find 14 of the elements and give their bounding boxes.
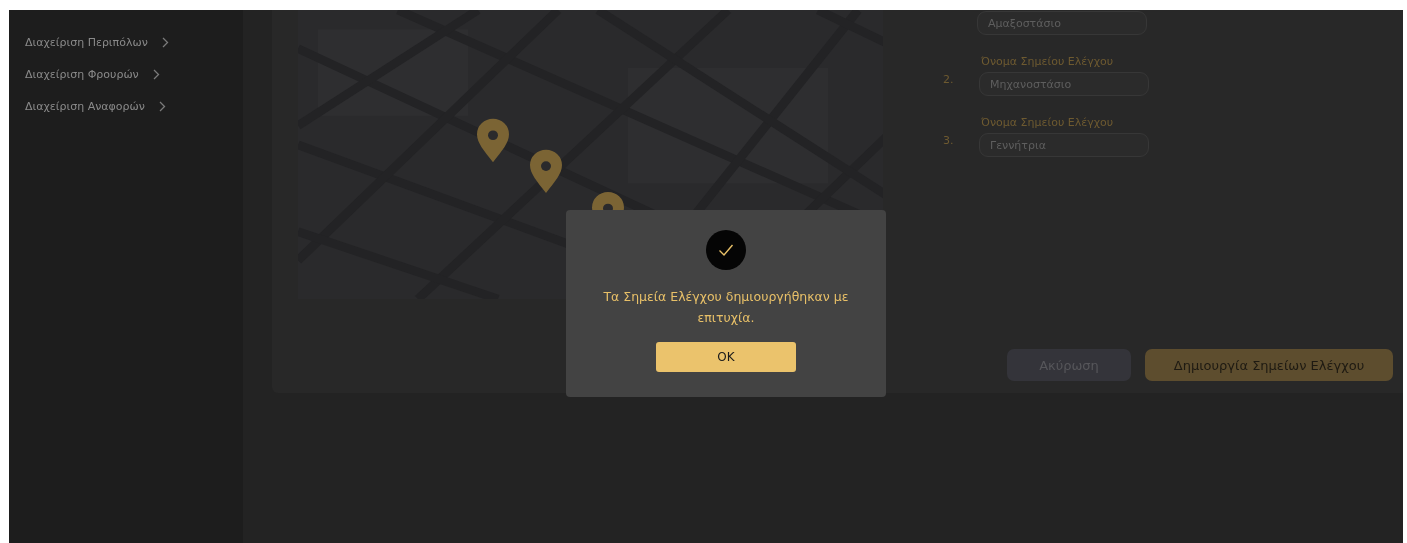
sidebar-item[interactable]: Διαχείριση Φρουρών [25, 68, 160, 81]
sidebar-item[interactable]: Διαχείριση Περιπόλων [25, 36, 169, 49]
sidebar-item[interactable]: Διαχείριση Αναφορών [25, 100, 166, 113]
checkmark-icon [706, 230, 746, 270]
create-button[interactable]: Δημιουργία Σημείων Ελέγχου [1145, 349, 1393, 381]
field-label: Όνομα Σημείου Ελέγχου [980, 55, 1115, 68]
item-number: 3. [943, 134, 955, 149]
chevron-icon [158, 101, 166, 112]
field-label: Όνομα Σημείου Ελέγχου [980, 116, 1115, 129]
ok-button[interactable]: OK [656, 342, 796, 372]
chevron-icon [152, 69, 160, 80]
chevron-icon [161, 37, 169, 48]
item-number: 2. [943, 73, 955, 88]
dialog-message: Τα Σημεία Ελέγχου δημιουργήθηκαν με επιτυχία. [602, 288, 850, 327]
